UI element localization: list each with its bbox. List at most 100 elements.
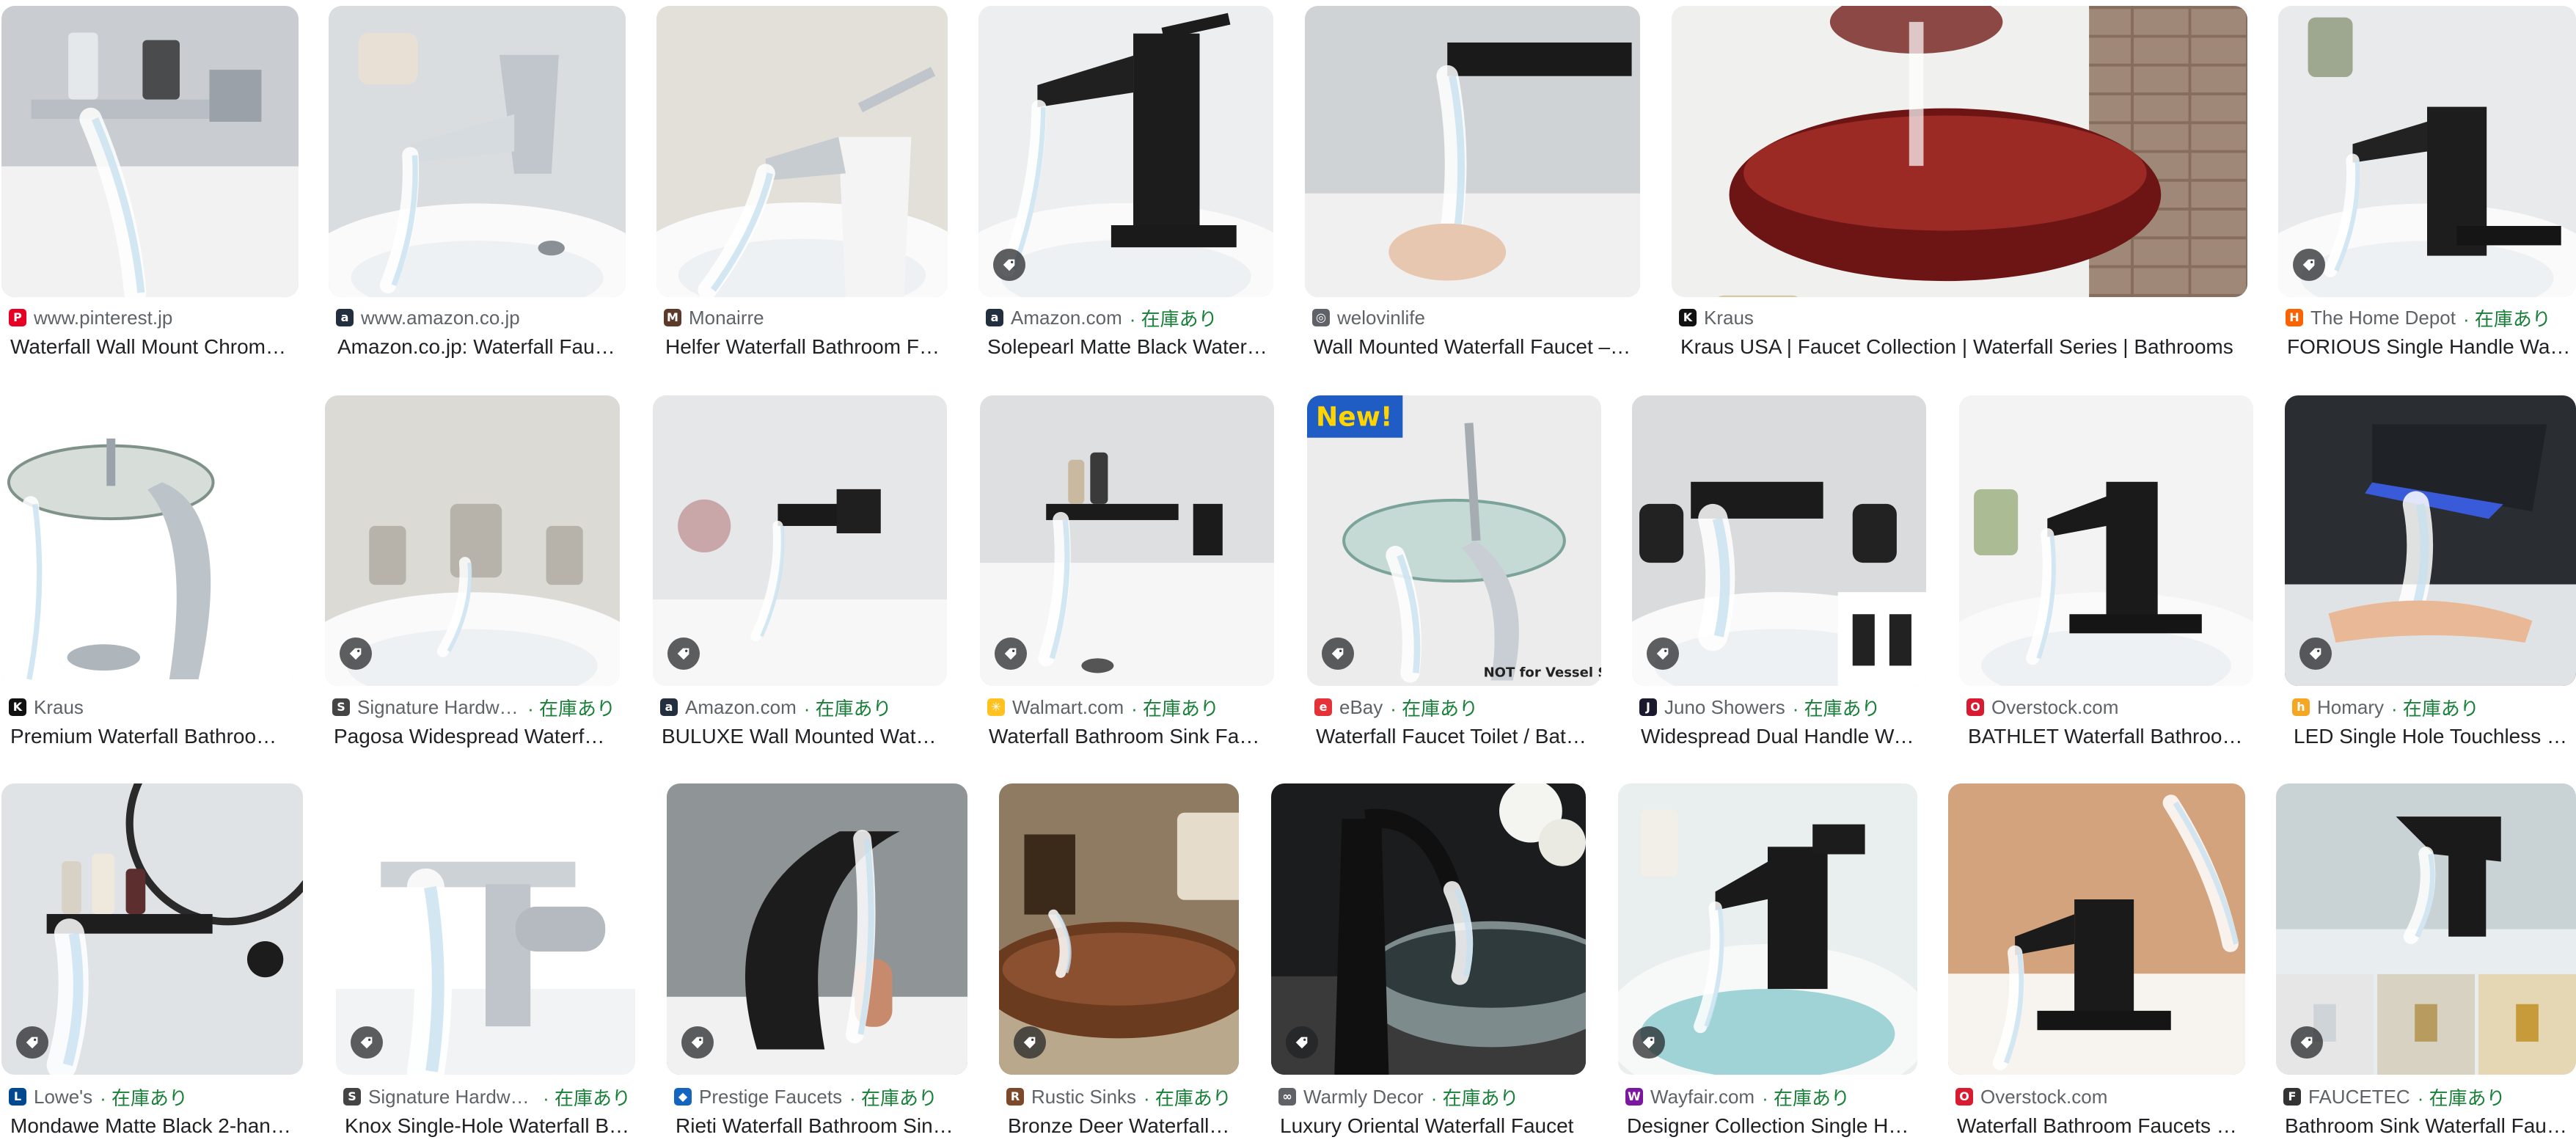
tag-icon-glyph	[360, 1037, 373, 1049]
image-result-card[interactable]: a www.amazon.co.jp Amazon.co.jp: Waterfall…	[329, 6, 626, 359]
faucet-photo	[1632, 395, 1926, 686]
result-thumbnail[interactable]	[1271, 783, 1586, 1075]
result-thumbnail[interactable]: New! NOT for Vessel Sink	[1307, 395, 1601, 686]
image-result-card[interactable]: Pwww.pinterest.jp Waterfall Wall Mount Ch…	[1, 6, 299, 359]
result-thumbnail[interactable]	[329, 6, 626, 297]
image-result-card[interactable]: L Lowe's · 在庫あり Mondawe Matte Black 2-hand…	[1, 783, 303, 1138]
tag-icon-glyph	[1656, 648, 1669, 660]
product-tag-icon	[2291, 1026, 2323, 1059]
image-result-card[interactable]: R Rustic Sinks · 在庫あり Bronze Deer Waterfal…	[999, 783, 1239, 1138]
monairre-icon: M	[664, 309, 681, 326]
result-title-link[interactable]: Waterfall Faucet Toilet / Bathroom	[1316, 725, 1597, 748]
result-thumbnail[interactable]	[1305, 6, 1640, 297]
result-title-link[interactable]: Solepearl Matte Black Waterfall Faucet	[987, 335, 1269, 359]
image-result-card[interactable]: ✳ Walmart.com · 在庫あり Waterfall Bathroom Si…	[980, 395, 1274, 748]
source-name: Wayfair.com	[1650, 1085, 1755, 1108]
product-tag-icon	[1322, 637, 1354, 670]
result-thumbnail[interactable]	[1948, 783, 2245, 1075]
result-thumbnail[interactable]	[1, 783, 303, 1075]
source-name: www.pinterest.jp	[34, 306, 173, 329]
image-result-card[interactable]: J Juno Showers · 在庫あり Widespread Dual Hand…	[1632, 395, 1926, 748]
result-title-link[interactable]: FORIOUS Single Handle Waterfall Faucet	[2287, 335, 2572, 359]
source-name: Kraus	[1704, 306, 1754, 329]
in-stock-badge: · 在庫あり	[849, 1086, 937, 1109]
image-result-card[interactable]: F FAUCETEC · 在庫あり Bathroom Sink Waterfall …	[2276, 783, 2576, 1138]
faucet-photo	[1, 783, 303, 1075]
result-thumbnail[interactable]	[653, 395, 947, 686]
image-result-card[interactable]: K Kraus Premium Waterfall Bathroom Faucet	[1, 395, 293, 748]
image-result-card[interactable]: S Signature Hardware · 在庫あり Knox Single-Ho…	[336, 783, 635, 1138]
faucet-photo	[1672, 6, 2247, 297]
faucet-photo	[336, 783, 635, 1075]
image-result-card[interactable]: ◆ Prestige Faucets · 在庫あり Rieti Waterfall …	[667, 783, 967, 1138]
result-title-link[interactable]: Widespread Dual Handle Waterfall Faucet	[1641, 725, 1922, 748]
result-title-link[interactable]: Wall Mounted Waterfall Faucet – welovinl…	[1314, 335, 1636, 359]
result-title-link[interactable]: BULUXE Wall Mounted Waterfall Faucet	[662, 725, 943, 748]
faucet-photo	[978, 6, 1273, 297]
image-result-card[interactable]: M Monairre Helfer Waterfall Bathroom Fauce…	[656, 6, 948, 359]
image-result-card[interactable]: O Overstock.com BATHLET Waterfall Bathroom…	[1959, 395, 2253, 748]
product-tag-icon	[995, 637, 1027, 670]
result-thumbnail[interactable]	[1, 6, 299, 297]
result-title-link[interactable]: Bronze Deer Waterfall Faucet	[1008, 1114, 1234, 1138]
result-thumbnail[interactable]	[325, 395, 620, 686]
result-thumbnail[interactable]	[1632, 395, 1926, 686]
faucet-photo	[329, 6, 626, 297]
faucet-photo: New! NOT for Vessel Sink	[1307, 395, 1601, 686]
result-thumbnail[interactable]	[2276, 783, 2576, 1075]
result-title-link[interactable]: Mondawe Matte Black 2-handle Faucet	[10, 1114, 299, 1138]
source-name: www.amazon.co.jp	[361, 306, 520, 329]
image-result-card[interactable]: h Homary · 在庫あり LED Single Hole Touchless …	[2285, 395, 2576, 748]
result-title-link[interactable]: LED Single Hole Touchless Electronic Fau…	[2294, 725, 2572, 748]
in-stock-badge: · 在庫あり	[543, 1086, 631, 1109]
result-source: e eBay · 在庫あり	[1314, 693, 1597, 722]
link-icon: ∞	[1278, 1088, 1296, 1106]
result-title-link[interactable]: Bathroom Sink Waterfall Faucet	[2285, 1114, 2572, 1138]
result-title-link[interactable]: Luxury Oriental Waterfall Faucet	[1280, 1114, 1581, 1138]
result-thumbnail[interactable]	[999, 783, 1239, 1075]
result-thumbnail[interactable]	[656, 6, 948, 297]
result-thumbnail[interactable]	[667, 783, 967, 1075]
result-thumbnail[interactable]	[980, 395, 1274, 686]
result-title-link[interactable]: Pagosa Widespread Waterfall Faucet	[334, 725, 615, 748]
result-thumbnail[interactable]	[1, 395, 293, 686]
image-result-card[interactable]: New! NOT for Vessel Sink eeBay · 在庫あり Wat…	[1307, 395, 1601, 748]
tag-icon-glyph	[1331, 648, 1344, 660]
result-title-link[interactable]: BATHLET Waterfall Bathroom Faucet	[1968, 725, 2249, 748]
result-title-link[interactable]: Waterfall Bathroom Sink Faucet	[989, 725, 1270, 748]
tag-icon-glyph	[2300, 1037, 2313, 1049]
result-title-link[interactable]: Kraus USA | Faucet Collection | Waterfal…	[1680, 335, 2243, 359]
result-title-link[interactable]: Premium Waterfall Bathroom Faucet	[10, 725, 289, 748]
image-result-card[interactable]: ◎ welovinlife Wall Mounted Waterfall Fauce…	[1305, 6, 1640, 359]
image-result-card[interactable]: S Signature Hardware · 在庫あり Pagosa Widespr…	[325, 395, 620, 748]
image-result-card[interactable]: ∞ Warmly Decor · 在庫あり Luxury Oriental Wate…	[1271, 783, 1586, 1138]
result-title-link[interactable]: Waterfall Bathroom Faucets | Find Great …	[1957, 1114, 2241, 1138]
result-title-link[interactable]: Designer Collection Single Hole Faucet	[1627, 1114, 1913, 1138]
image-result-card[interactable]: K Kraus Kraus USA | Faucet Collection | Wa…	[1672, 6, 2247, 359]
image-result-card[interactable]: H The Home Depot · 在庫あり FORIOUS Single Han…	[2278, 6, 2576, 359]
result-source: a Amazon.com · 在庫あり	[986, 303, 1269, 332]
result-title-link[interactable]: Waterfall Wall Mount Chrome Bathroom Fau…	[10, 335, 294, 359]
result-thumbnail[interactable]	[1959, 395, 2253, 686]
result-title-link[interactable]: Knox Single-Hole Waterfall Bathroom Fauc…	[345, 1114, 631, 1138]
in-stock-badge: · 在庫あり	[1131, 697, 1220, 720]
image-result-card[interactable]: a Amazon.com · 在庫あり BULUXE Wall Mounted Wa…	[653, 395, 947, 748]
result-thumbnail[interactable]	[1672, 6, 2247, 297]
image-result-card[interactable]: O Overstock.com Waterfall Bathroom Faucets…	[1948, 783, 2245, 1138]
result-thumbnail[interactable]	[978, 6, 1273, 297]
result-thumbnail[interactable]	[2278, 6, 2576, 297]
result-title-link[interactable]: Rieti Waterfall Bathroom Sink Faucet	[676, 1114, 963, 1138]
result-thumbnail[interactable]	[1618, 783, 1917, 1075]
result-thumbnail[interactable]	[336, 783, 635, 1075]
tag-icon-glyph	[1023, 1037, 1036, 1049]
source-name: Amazon.com	[1011, 306, 1122, 329]
image-result-card[interactable]: W Wayfair.com · 在庫あり Designer Collection S…	[1618, 783, 1917, 1138]
lowes-icon: L	[9, 1088, 26, 1106]
image-result-card[interactable]: a Amazon.com · 在庫あり Solepearl Matte Black …	[978, 6, 1273, 359]
result-thumbnail[interactable]	[2285, 395, 2576, 686]
faucet-photo	[1959, 395, 2253, 686]
result-source: O Overstock.com	[1955, 1082, 2241, 1111]
result-title-link[interactable]: Helfer Waterfall Bathroom Faucet	[665, 335, 943, 359]
in-stock-badge: · 在庫あり	[100, 1086, 189, 1109]
result-title-link[interactable]: Amazon.co.jp: Waterfall Faucet	[337, 335, 621, 359]
